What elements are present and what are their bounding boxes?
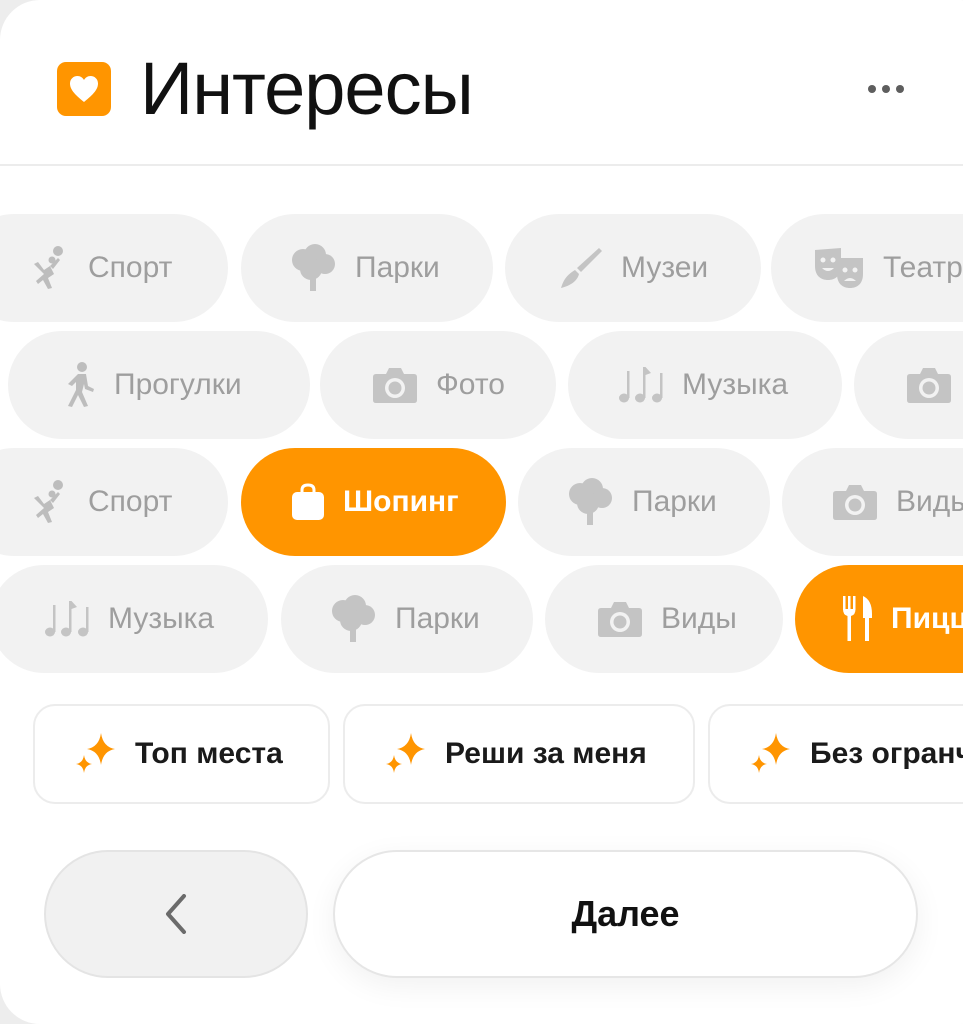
- chip-label: Спорт: [88, 485, 173, 518]
- volleyball-player-icon: [34, 480, 63, 523]
- volleyball-player-icon: [34, 246, 63, 289]
- chip-sport[interactable]: Спорт: [0, 214, 228, 322]
- interests-card: Интересы Спорт Парки Музеи Театр Прогулк…: [0, 0, 963, 1024]
- quick-option-label: Реши за меня: [445, 737, 647, 770]
- chip-photo-partial[interactable]: [854, 331, 963, 439]
- chip-walks[interactable]: Прогулки: [8, 331, 310, 439]
- sparkle-icon: [751, 733, 790, 773]
- theater-masks-icon: [815, 248, 863, 288]
- interest-row: Спорт Шопинг Парки Виды: [0, 448, 963, 556]
- more-button[interactable]: [862, 80, 910, 98]
- fork-knife-icon: [843, 596, 872, 641]
- chip-music[interactable]: Музыка: [568, 331, 842, 439]
- chip-parks[interactable]: Парки: [518, 448, 770, 556]
- chip-label: Музыка: [108, 602, 215, 635]
- quick-option-decide-for-me[interactable]: Реши за меня: [343, 704, 695, 804]
- music-notes-icon: [45, 601, 89, 637]
- music-notes-icon: [619, 367, 663, 403]
- chip-label: Музеи: [621, 251, 709, 284]
- chip-label: Парки: [395, 602, 480, 635]
- more-horizontal-icon: [868, 85, 876, 93]
- chip-label: Пицц: [891, 602, 963, 635]
- paintbrush-icon: [561, 248, 602, 288]
- camera-icon: [907, 368, 951, 403]
- sparkle-icon: [386, 733, 425, 773]
- chevron-left-icon: [166, 894, 186, 934]
- quick-option-label: Без огранч: [810, 737, 963, 770]
- tree-icon: [332, 595, 375, 642]
- app-logo: [57, 62, 111, 116]
- interest-row: Прогулки Фото Музыка: [0, 331, 963, 439]
- chip-sport[interactable]: Спорт: [0, 448, 228, 556]
- interest-row: Спорт Парки Музеи Театр: [0, 214, 963, 322]
- tree-icon: [292, 244, 335, 291]
- chip-shopping-selected[interactable]: Шопинг: [241, 448, 506, 556]
- chip-theater[interactable]: Театр: [771, 214, 963, 322]
- chip-label: Фото: [436, 368, 505, 401]
- chip-label: Прогулки: [114, 368, 242, 401]
- shopping-bag-icon: [292, 483, 324, 520]
- more-dot: [882, 85, 890, 93]
- chip-parks[interactable]: Парки: [241, 214, 493, 322]
- page-title: Интересы: [140, 47, 474, 130]
- next-button[interactable]: Далее: [333, 850, 918, 978]
- sparkle-icon: [76, 733, 115, 773]
- camera-icon: [598, 602, 642, 637]
- quick-option-no-limits[interactable]: Без огранч: [708, 704, 963, 804]
- chip-label: Виды: [661, 602, 737, 635]
- quick-option-top-places[interactable]: Топ места: [33, 704, 330, 804]
- chip-label: Шопинг: [343, 485, 459, 518]
- chip-views[interactable]: Виды: [545, 565, 783, 673]
- camera-icon: [373, 368, 417, 403]
- quick-option-label: Топ места: [135, 737, 283, 770]
- tree-icon: [569, 478, 612, 525]
- chip-parks[interactable]: Парки: [281, 565, 533, 673]
- heart-icon: [70, 76, 98, 102]
- walking-person-icon: [68, 362, 94, 407]
- back-button[interactable]: [44, 850, 308, 978]
- chip-museums[interactable]: Музеи: [505, 214, 761, 322]
- chip-label: Музыка: [682, 368, 789, 401]
- chip-photo[interactable]: Фото: [320, 331, 556, 439]
- interest-row: Музыка Парки Виды Пицц: [0, 565, 963, 673]
- chip-views[interactable]: Виды: [782, 448, 963, 556]
- chip-music[interactable]: Музыка: [0, 565, 268, 673]
- chip-label: Парки: [632, 485, 717, 518]
- header: Интересы: [0, 0, 963, 166]
- chip-label: Виды: [896, 485, 963, 518]
- chip-label: Спорт: [88, 251, 173, 284]
- chip-label: Парки: [355, 251, 440, 284]
- more-dot: [896, 85, 904, 93]
- camera-icon: [833, 485, 877, 520]
- chip-pizza-selected[interactable]: Пицц: [795, 565, 963, 673]
- chip-label: Театр: [883, 251, 963, 284]
